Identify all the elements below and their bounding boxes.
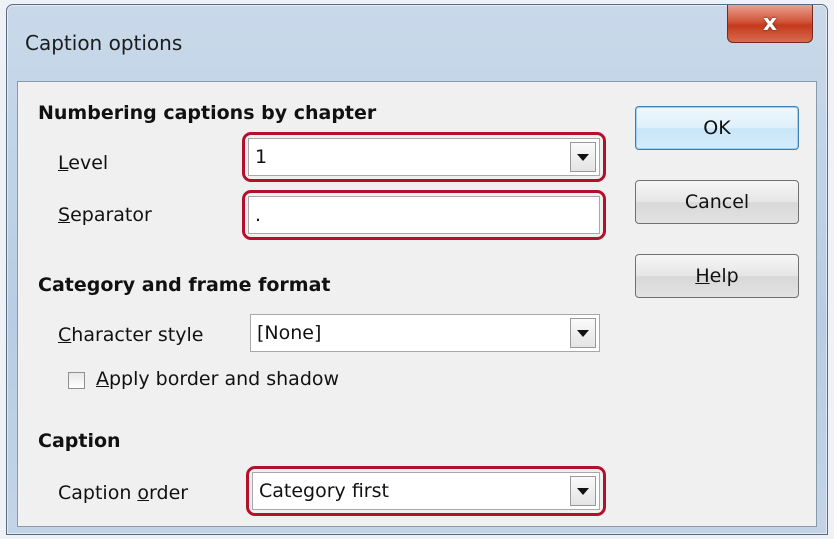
category-section-heading: Category and frame format — [38, 274, 331, 296]
help-button[interactable]: Help — [635, 254, 799, 298]
level-dropdown[interactable]: 1 — [248, 138, 600, 176]
caption-order-accesskey: o — [137, 482, 150, 504]
separator-value: . — [255, 204, 262, 226]
separator-input[interactable]: . — [248, 196, 600, 234]
ok-button[interactable]: OK — [635, 106, 799, 150]
title-bar[interactable]: Caption options x — [7, 5, 827, 85]
caption-order-label-rest: rder — [149, 482, 189, 504]
caption-order-label-pre: Caption — [58, 482, 138, 504]
character-style-label-text: haracter style — [71, 324, 204, 346]
chevron-down-icon[interactable] — [570, 476, 596, 506]
character-style-label-accesskey: C — [58, 324, 72, 346]
character-style-label: Character style — [58, 324, 203, 346]
level-label-text: evel — [68, 152, 109, 174]
apply-border-accesskey: A — [96, 368, 109, 390]
level-value: 1 — [255, 146, 268, 168]
separator-label-accesskey: S — [58, 204, 71, 226]
dialog-title: Caption options — [25, 31, 183, 55]
dialog-window: Caption options x Numbering captions by … — [6, 4, 828, 535]
apply-border-text: pply border and shadow — [109, 368, 340, 390]
chevron-down-icon[interactable] — [570, 318, 596, 348]
dialog-client-area: Numbering captions by chapter Level 1 Se… — [17, 81, 817, 527]
chevron-down-icon[interactable] — [570, 142, 596, 172]
help-text: elp — [709, 265, 739, 287]
caption-section-heading: Caption — [38, 430, 121, 452]
close-icon: x — [762, 10, 778, 36]
separator-label: Separator — [58, 204, 152, 226]
level-label-accesskey: L — [58, 152, 69, 174]
cancel-button[interactable]: Cancel — [635, 180, 799, 224]
apply-border-checkbox[interactable] — [68, 372, 85, 389]
caption-order-label: Caption order — [58, 482, 188, 504]
level-label: Level — [58, 152, 108, 174]
close-button[interactable]: x — [727, 5, 813, 43]
character-style-value: [None] — [257, 322, 322, 344]
caption-order-value: Category first — [259, 480, 389, 502]
character-style-dropdown[interactable]: [None] — [250, 314, 600, 352]
apply-border-label[interactable]: Apply border and shadow — [96, 368, 339, 390]
help-accesskey: H — [695, 265, 710, 287]
numbering-section-heading: Numbering captions by chapter — [38, 102, 377, 124]
caption-order-dropdown[interactable]: Category first — [252, 472, 600, 510]
separator-label-text: eparator — [70, 204, 152, 226]
